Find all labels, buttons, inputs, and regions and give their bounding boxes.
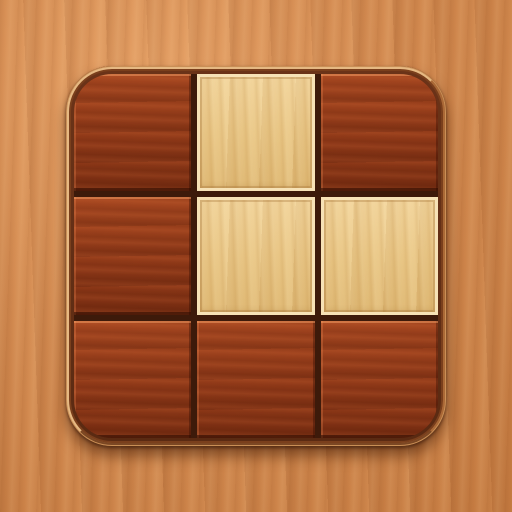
board-grid xyxy=(74,74,438,438)
dark-wood-tile xyxy=(197,320,315,438)
light-wood-tile xyxy=(197,74,315,192)
light-wood-tile xyxy=(197,197,315,315)
dark-wood-tile xyxy=(74,320,192,438)
dark-wood-tile xyxy=(74,74,192,192)
dark-wood-tile xyxy=(320,74,438,192)
dark-wood-tile xyxy=(320,320,438,438)
dark-wood-tile xyxy=(74,197,192,315)
light-wood-tile xyxy=(320,197,438,315)
wood-background xyxy=(0,0,512,512)
puzzle-board-icon xyxy=(66,66,446,446)
